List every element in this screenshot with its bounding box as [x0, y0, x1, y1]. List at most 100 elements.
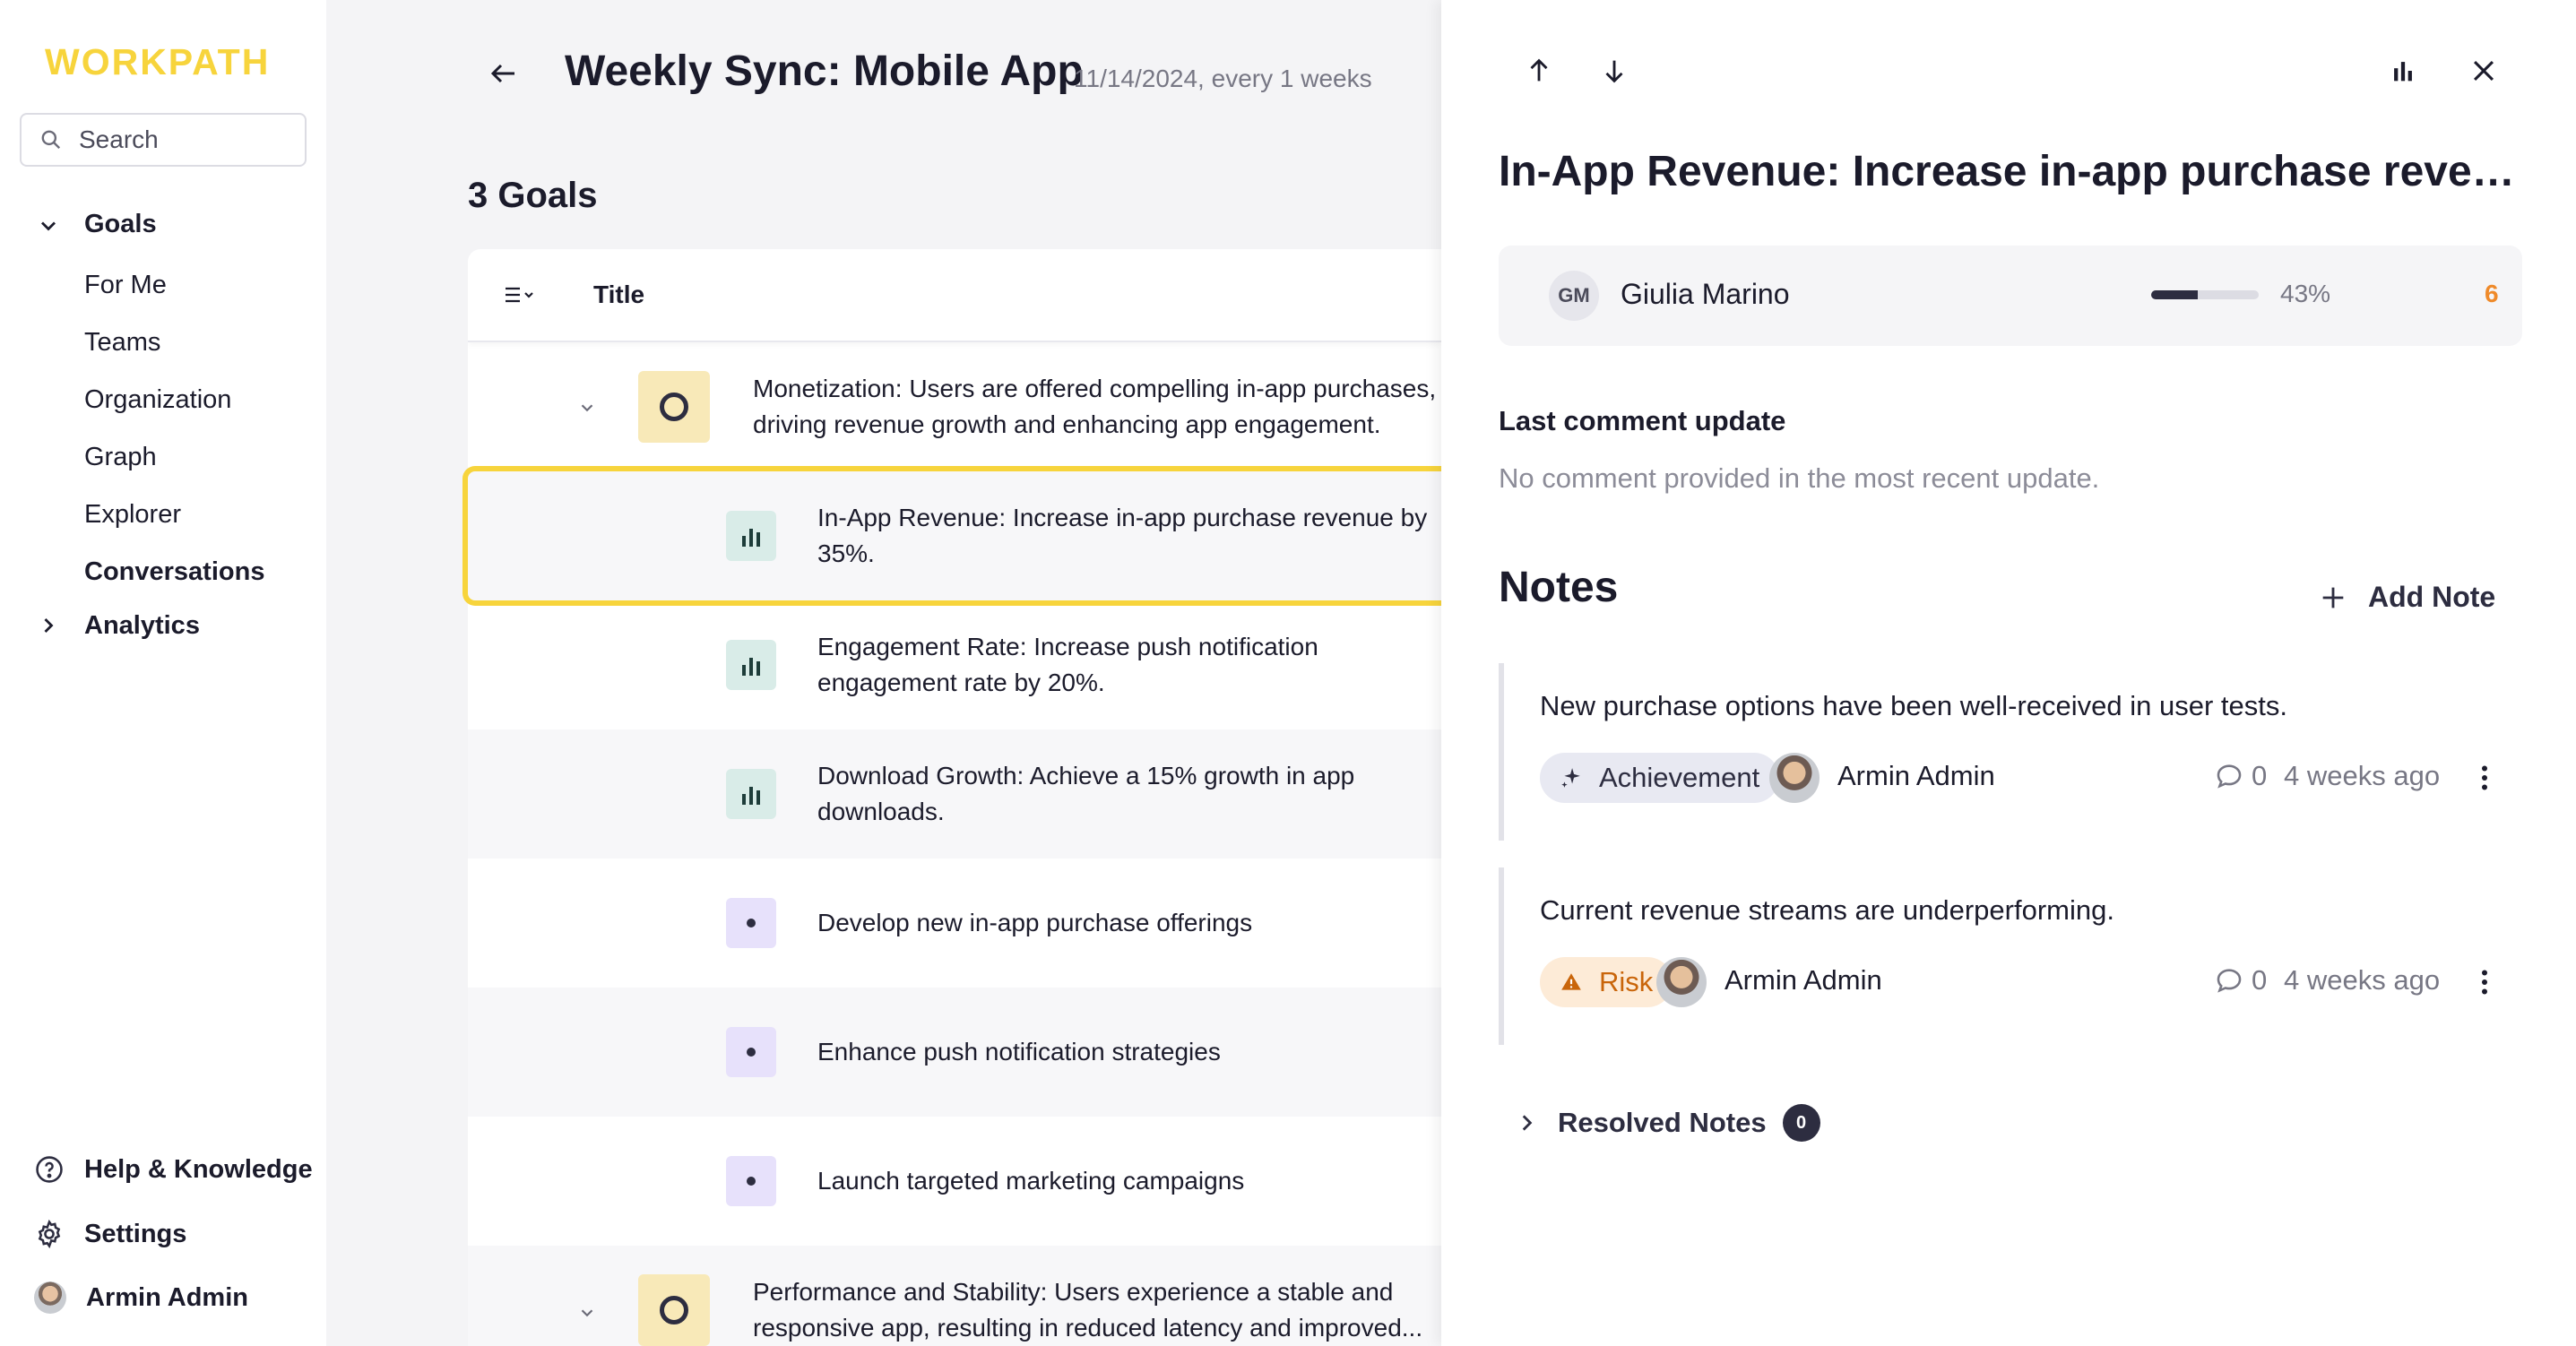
search-placeholder: Search [79, 125, 159, 153]
comment-count[interactable]: 0 [2214, 964, 2267, 997]
comment-icon [2217, 764, 2242, 789]
avatar [1656, 957, 1707, 1007]
add-note-button[interactable]: Add Note [2318, 581, 2495, 614]
row-title: Launch targeted marketing campaigns [817, 1167, 1245, 1195]
chevron-right-icon [1522, 1115, 1533, 1131]
panel-title: In-App Revenue: Increase in-app purchase… [1499, 148, 2529, 195]
more-vertical-icon[interactable] [2468, 966, 2501, 998]
bar-chart-icon[interactable] [2388, 56, 2418, 86]
add-note-label: Add Note [2368, 581, 2496, 613]
resolved-notes-toggle[interactable]: Resolved Notes 0 [1515, 1104, 1820, 1142]
note-text: New purchase options have been well-rece… [1540, 690, 2288, 721]
row-title: Enhance push notification strategies [817, 1038, 1221, 1066]
sidebar-item-conversations[interactable]: Conversations [84, 557, 264, 587]
warning-icon [1561, 973, 1581, 990]
list-sort-icon[interactable] [502, 281, 538, 308]
last-comment-heading: Last comment update [1499, 405, 1786, 436]
table-row[interactable]: In-App Revenue: Increase in-app purchase… [468, 471, 1441, 600]
sidebar-item-goals[interactable]: Goals [84, 210, 157, 239]
avatar [1769, 753, 1820, 803]
column-title[interactable]: Title [593, 280, 644, 309]
row-title: Monetization: Users are offered compelli… [753, 375, 1437, 438]
risk-tag[interactable]: Risk [1540, 957, 1673, 1007]
page-meta: 11/14/2024, every 1 weeks [1074, 65, 1372, 92]
plus-icon [2322, 587, 2344, 608]
workpath-logo[interactable]: WORKPATH [45, 41, 270, 83]
progress-bar [2151, 290, 2259, 299]
table-row[interactable]: Launch targeted marketing campaigns [468, 1117, 1441, 1246]
sidebar-item-explorer[interactable]: Explorer [84, 500, 181, 530]
sidebar-item-for-me[interactable]: For Me [84, 271, 167, 300]
key-result-icon [726, 511, 776, 561]
goals-count: 3 Goals [468, 176, 598, 215]
achievement-tag[interactable]: Achievement [1540, 753, 1780, 803]
comment-count[interactable]: 0 [2214, 760, 2267, 792]
goals-table: Title Monetization: Users are offered co… [468, 249, 1441, 1346]
page-title: Weekly Sync: Mobile App [565, 47, 1084, 95]
table-row[interactable]: Engagement Rate: Increase push notificat… [468, 600, 1441, 729]
initiative-icon [726, 1156, 776, 1206]
table-row[interactable]: Develop new in-app purchase offerings [468, 859, 1441, 988]
back-arrow-icon[interactable] [488, 57, 520, 90]
search-icon [41, 130, 61, 150]
detail-panel: In-App Revenue: Increase in-app purchase… [1441, 0, 2576, 1346]
table-header: Title [468, 249, 1441, 342]
objective-icon [638, 371, 710, 443]
progress-fill [2151, 290, 2198, 299]
checkin-count: 6 [2485, 280, 2499, 307]
close-icon[interactable] [2468, 56, 2499, 86]
resolved-count-badge: 0 [1782, 1104, 1820, 1142]
main-content: Weekly Sync: Mobile App 11/14/2024, ever… [326, 0, 1441, 1346]
arrow-up-icon[interactable] [1524, 56, 1554, 86]
key-result-icon [726, 640, 776, 690]
note-time: 4 weeks ago [2284, 760, 2441, 791]
sidebar-item-organization[interactable]: Organization [84, 385, 231, 415]
help-icon [36, 1156, 63, 1183]
user-profile[interactable]: Armin Admin [34, 1281, 248, 1314]
table-row[interactable]: Monetization: Users are offered compelli… [468, 342, 1441, 471]
initiative-icon [726, 1027, 776, 1077]
settings-label: Settings [84, 1219, 187, 1248]
chevron-down-icon[interactable] [36, 213, 61, 238]
help-knowledge-link[interactable]: Help & Knowledge [34, 1154, 313, 1185]
note-card[interactable]: Current revenue streams are underperform… [1499, 867, 2522, 1045]
key-result-icon [726, 769, 776, 819]
table-row[interactable]: Download Growth: Achieve a 15% growth in… [468, 729, 1441, 859]
note-text: Current revenue streams are underperform… [1540, 894, 2114, 926]
sidebar: WORKPATH Search Goals For Me Teams Organ… [0, 0, 326, 1346]
chevron-down-icon[interactable] [577, 1303, 597, 1323]
initiative-icon [726, 898, 776, 948]
chevron-down-icon[interactable] [577, 398, 597, 418]
owner-card[interactable]: GM Giulia Marino 43% 6 [1499, 246, 2522, 346]
row-title: Performance and Stability: Users experie… [753, 1278, 1423, 1342]
note-time: 4 weeks ago [2284, 964, 2441, 996]
help-label: Help & Knowledge [84, 1154, 313, 1184]
last-comment-text: No comment provided in the most recent u… [1499, 462, 2100, 494]
more-vertical-icon[interactable] [2468, 762, 2501, 794]
avatar [34, 1281, 66, 1314]
comment-icon [2217, 969, 2242, 993]
table-row[interactable]: Performance and Stability: Users experie… [468, 1246, 1441, 1346]
gear-icon [38, 1219, 61, 1249]
sidebar-item-graph[interactable]: Graph [84, 443, 157, 472]
chevron-right-icon[interactable] [36, 613, 61, 638]
row-title: Engagement Rate: Increase push notificat… [817, 633, 1318, 696]
note-author: Armin Admin [1725, 964, 1882, 996]
objective-icon [638, 1274, 710, 1346]
owner-avatar: GM [1549, 271, 1599, 321]
notes-heading: Notes [1499, 564, 1619, 611]
row-title: Develop new in-app purchase offerings [817, 909, 1253, 936]
search-input[interactable]: Search [20, 113, 307, 167]
progress-text: 43% [2280, 280, 2331, 307]
settings-link[interactable]: Settings [34, 1219, 186, 1249]
sparkle-icon [1561, 768, 1580, 788]
arrow-down-icon[interactable] [1599, 56, 1629, 86]
sidebar-item-analytics[interactable]: Analytics [84, 611, 200, 641]
row-title: In-App Revenue: Increase in-app purchase… [817, 504, 1428, 567]
resolved-notes-label: Resolved Notes [1558, 1107, 1767, 1138]
user-name: Armin Admin [86, 1282, 248, 1312]
note-card[interactable]: New purchase options have been well-rece… [1499, 663, 2522, 841]
sidebar-item-teams[interactable]: Teams [84, 328, 160, 358]
row-title: Download Growth: Achieve a 15% growth in… [817, 762, 1355, 825]
table-row[interactable]: Enhance push notification strategies [468, 988, 1441, 1117]
